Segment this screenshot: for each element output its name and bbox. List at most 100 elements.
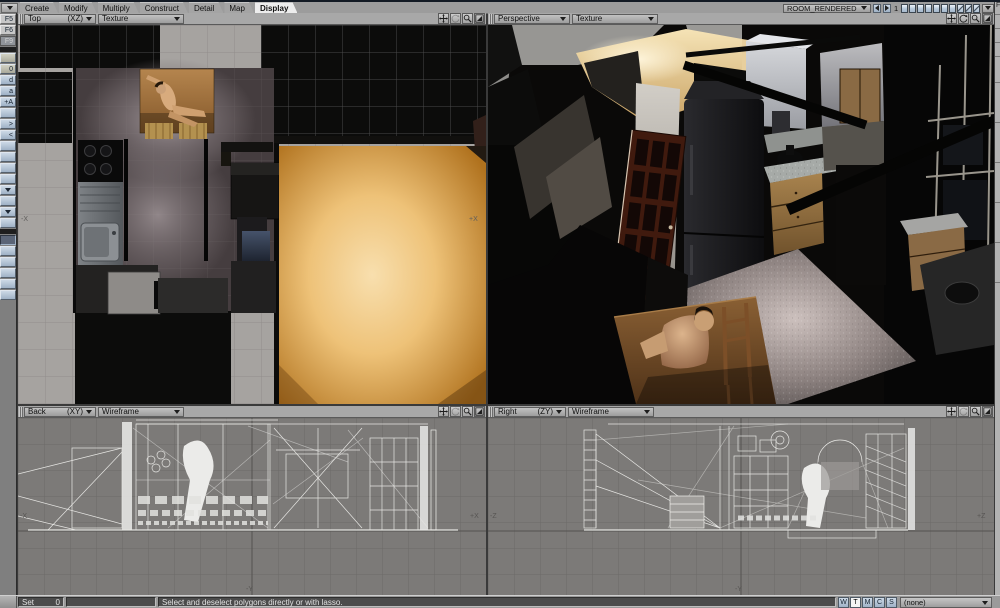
layer-box[interactable]	[933, 4, 940, 13]
view-type-dropdown[interactable]: Perspective	[494, 14, 570, 24]
render-mode-dropdown[interactable]: Texture	[572, 14, 658, 24]
rotate-tool-button[interactable]	[958, 406, 969, 417]
rotate-tool-button[interactable]	[450, 406, 461, 417]
toolbar-button[interactable]	[0, 235, 16, 245]
object-dropdown[interactable]: ROOM_RENDERED	[783, 4, 871, 13]
viewport-top-canvas[interactable]: -X +X	[18, 25, 486, 404]
rotate-tool-button[interactable]	[450, 13, 461, 24]
dropdown-arrow-icon	[648, 17, 654, 21]
render-mode-label: Texture	[102, 14, 128, 23]
zoom-tool-button[interactable]	[462, 13, 473, 24]
view-type-dropdown[interactable]: Back (XY)	[24, 407, 96, 417]
layer-box[interactable]	[965, 4, 972, 13]
perspective-render	[488, 25, 994, 404]
viewport-back-header: Back (XY) Wireframe	[18, 406, 486, 418]
pan-icon	[439, 14, 448, 23]
view-type-dropdown[interactable]: Right (ZY)	[494, 407, 566, 417]
layer-box[interactable]	[973, 4, 980, 13]
toolbar-button[interactable]: F9	[0, 36, 16, 46]
menu-tab[interactable]: Create	[20, 2, 58, 13]
render-mode-label: Texture	[576, 14, 602, 23]
toolbar-button[interactable]: 0	[0, 64, 16, 74]
viewport-tools	[946, 406, 993, 417]
vmap-button[interactable]: T	[850, 597, 861, 608]
maximize-viewport-button[interactable]	[982, 13, 993, 24]
toolbar-button[interactable]	[0, 290, 16, 300]
pan-tool-button[interactable]	[946, 406, 957, 417]
set-label: Set	[22, 598, 34, 607]
layer-dropdown[interactable]	[982, 4, 994, 13]
toolbar-button[interactable]	[0, 196, 16, 206]
toolbar-button[interactable]	[0, 268, 16, 278]
vmap-button[interactable]: M	[862, 597, 873, 608]
pan-icon	[947, 407, 956, 416]
prev-layer-bank-button[interactable]	[873, 4, 881, 13]
toolbar-button[interactable]	[0, 47, 16, 52]
menu-tab[interactable]: Modify	[59, 2, 97, 13]
vmap-selection-dropdown[interactable]: (none)	[900, 597, 992, 608]
menu-tab[interactable]: Multiply	[98, 2, 139, 13]
layer-box[interactable]	[941, 4, 948, 13]
toolbar-button[interactable]	[0, 218, 16, 228]
layer-bank	[901, 4, 980, 13]
toolbar-button[interactable]	[0, 141, 16, 151]
toolbar-button[interactable]: +A	[0, 97, 16, 107]
toolbar-button[interactable]: a	[0, 86, 16, 96]
viewport-perspective-canvas[interactable]	[488, 25, 994, 404]
toolbar-button[interactable]: F6	[0, 25, 16, 35]
toolbar-button[interactable]	[0, 207, 16, 217]
toolbar-button[interactable]: >	[0, 119, 16, 129]
toolbar-button[interactable]	[0, 246, 16, 256]
menu-corner-dropdown[interactable]	[1, 3, 18, 13]
toolbar-button[interactable]	[0, 185, 16, 195]
toolbar-button[interactable]	[0, 257, 16, 267]
maximize-viewport-button[interactable]	[474, 406, 485, 417]
viewport-right-canvas[interactable]: -Z +Z -Y	[488, 418, 994, 595]
zoom-tool-button[interactable]	[462, 406, 473, 417]
toolbar-button[interactable]	[0, 279, 16, 289]
viewport-back-canvas[interactable]: -X +X -Y	[18, 418, 486, 595]
menu-tab[interactable]: Detail	[189, 2, 223, 13]
toolbar-button[interactable]	[0, 152, 16, 162]
rotate-tool-button[interactable]	[958, 13, 969, 24]
layer-box[interactable]	[949, 4, 956, 13]
axis-label-right: +X	[469, 216, 478, 223]
zoom-tool-button[interactable]	[970, 406, 981, 417]
toolbar-button[interactable]: <	[0, 130, 16, 140]
layer-box[interactable]	[901, 4, 908, 13]
view-type-label: Back	[28, 407, 46, 416]
magnifier-icon	[971, 14, 980, 23]
menu-tab[interactable]: Map	[224, 2, 254, 13]
next-layer-bank-button[interactable]	[883, 4, 891, 13]
view-type-dropdown[interactable]: Top (XZ)	[24, 14, 96, 24]
layer-box[interactable]	[925, 4, 932, 13]
layer-box[interactable]	[909, 4, 916, 13]
toolbar-button[interactable]: F5	[0, 14, 16, 24]
layer-box[interactable]	[957, 4, 964, 13]
toolbar-button[interactable]	[0, 163, 16, 173]
pan-tool-button[interactable]	[946, 13, 957, 24]
toolbar-button[interactable]	[0, 174, 16, 184]
axis-label-bottom: -Y	[246, 586, 253, 593]
set-value: 0	[56, 598, 60, 607]
toolbar-button[interactable]	[0, 53, 16, 63]
vmap-button[interactable]: C	[874, 597, 885, 608]
menu-tab[interactable]: Construct	[140, 2, 188, 13]
menu-tab[interactable]: Display	[255, 2, 297, 13]
toolbar-button[interactable]	[0, 229, 16, 234]
dropdown-arrow-icon	[861, 6, 867, 10]
viewport-tools	[438, 13, 485, 24]
zoom-tool-button[interactable]	[970, 13, 981, 24]
toolbar-button[interactable]	[0, 108, 16, 118]
maximize-viewport-button[interactable]	[982, 406, 993, 417]
pan-tool-button[interactable]	[438, 406, 449, 417]
vmap-button[interactable]: S	[886, 597, 897, 608]
vmap-button[interactable]: W	[838, 597, 849, 608]
toolbar-button[interactable]: d	[0, 75, 16, 85]
pan-tool-button[interactable]	[438, 13, 449, 24]
render-mode-dropdown[interactable]: Wireframe	[568, 407, 654, 417]
render-mode-dropdown[interactable]: Wireframe	[98, 407, 184, 417]
layer-box[interactable]	[917, 4, 924, 13]
maximize-viewport-button[interactable]	[474, 13, 485, 24]
render-mode-dropdown[interactable]: Texture	[98, 14, 184, 24]
